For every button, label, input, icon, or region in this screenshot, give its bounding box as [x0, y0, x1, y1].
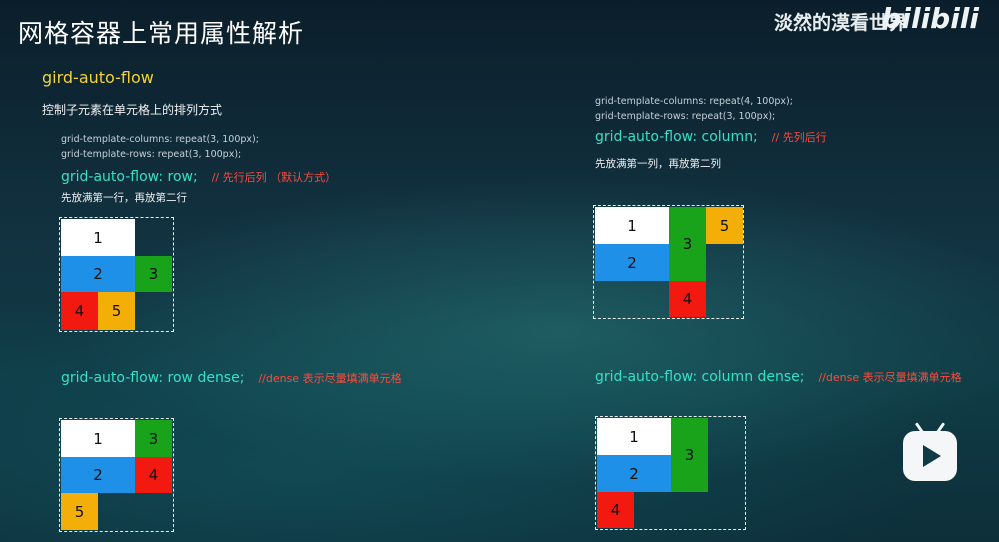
property-text: grid-auto-flow: row dense; — [61, 370, 245, 386]
code-line: grid-template-columns: repeat(3, 100px); — [61, 134, 259, 145]
grid-item-1: 1 — [595, 207, 669, 244]
slide-title: 网格容器上常用属性解析 — [18, 19, 305, 48]
row-example-property: grid-auto-flow: row; // 先行后列 （默认方式） — [61, 166, 336, 185]
play-button[interactable] — [903, 422, 957, 481]
grid-item-1: 1 — [61, 420, 135, 457]
grid-item-5: 5 — [98, 292, 135, 330]
grid-item-5: 5 — [706, 207, 743, 244]
property-comment: //dense 表示尽量填满单元格 — [818, 371, 962, 384]
grid-item-3: 3 — [135, 420, 172, 457]
section-subtitle: gird-auto-flow — [42, 68, 154, 87]
grid-item-2: 2 — [597, 455, 671, 492]
code-line: grid-template-columns: repeat(4, 100px); — [595, 96, 793, 107]
property-text: grid-auto-flow: row; — [61, 169, 198, 185]
property-comment: // 先行后列 （默认方式） — [211, 171, 337, 184]
grid-item-2: 2 — [61, 457, 135, 493]
antenna-right — [935, 422, 946, 434]
column-dense-property: grid-auto-flow: column dense; //dense 表示尽… — [595, 366, 962, 385]
property-comment: // 先列后行 — [771, 131, 827, 144]
grid-item-3: 3 — [135, 256, 172, 292]
grid-item-4: 4 — [597, 492, 634, 528]
grid-item-1: 1 — [597, 418, 671, 455]
column-example-property: grid-auto-flow: column; // 先列后行 — [595, 126, 827, 145]
column-dense-grid: 1 2 3 4 — [595, 416, 746, 530]
grid-item-4: 4 — [61, 292, 98, 330]
grid-item-3: 3 — [669, 207, 706, 281]
antenna-left — [914, 422, 925, 434]
property-text: grid-auto-flow: column; — [595, 129, 758, 145]
row-example-code: grid-template-columns: repeat(3, 100px);… — [61, 132, 259, 162]
row-example-grid: 1 2 3 4 5 — [59, 217, 174, 332]
row-example-note: 先放满第一行，再放第二行 — [61, 192, 187, 204]
property-text: grid-auto-flow: column dense; — [595, 369, 805, 385]
property-comment: //dense 表示尽量填满单元格 — [258, 372, 402, 385]
play-icon — [923, 445, 941, 467]
column-example-grid: 1 2 3 4 5 — [593, 205, 744, 319]
grid-item-5: 5 — [61, 493, 98, 530]
code-line: grid-template-rows: repeat(3, 100px); — [595, 111, 776, 122]
row-dense-property: grid-auto-flow: row dense; //dense 表示尽量填满… — [61, 367, 402, 386]
bilibili-logo: bilibili — [881, 2, 979, 35]
grid-item-2: 2 — [61, 256, 135, 292]
column-example-note: 先放满第一列，再放第二列 — [595, 158, 721, 170]
grid-item-3: 3 — [671, 418, 708, 492]
grid-item-2: 2 — [595, 244, 669, 281]
row-dense-grid: 1 3 2 4 5 — [59, 418, 174, 532]
grid-item-1: 1 — [61, 219, 135, 256]
grid-item-4: 4 — [135, 457, 172, 493]
grid-item-4: 4 — [669, 281, 706, 317]
code-line: grid-template-rows: repeat(3, 100px); — [61, 149, 242, 160]
section-description: 控制子元素在单元格上的排列方式 — [42, 103, 223, 117]
column-example-code: grid-template-columns: repeat(4, 100px);… — [595, 94, 793, 124]
